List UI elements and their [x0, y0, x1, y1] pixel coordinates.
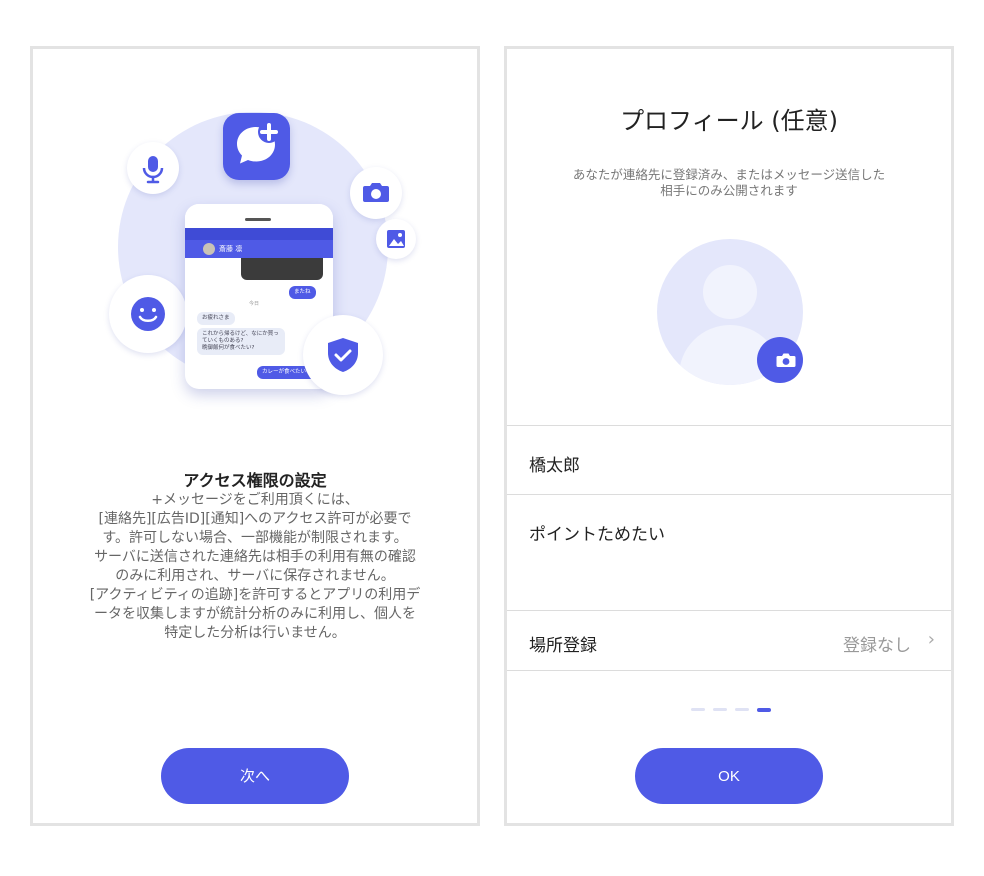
chat-avatar: [203, 243, 215, 255]
camera-icon: [350, 167, 402, 219]
shield-check-icon: [303, 315, 383, 395]
name-field[interactable]: 橋太郎: [529, 451, 580, 476]
chat-bubble: またね: [289, 286, 316, 299]
camera-icon: [776, 353, 796, 367]
location-registration-row[interactable]: 場所登録 登録なし ›: [507, 611, 951, 671]
ok-button[interactable]: OK: [635, 748, 823, 804]
chat-bubble: お疲れさま: [197, 312, 235, 325]
profile-screen: プロフィール (任意) あなたが連絡先に登録済み、またはメッセージ送信した 相手…: [504, 46, 954, 826]
change-photo-button[interactable]: [757, 337, 803, 383]
chevron-right-icon: ›: [927, 629, 935, 650]
smiley-icon: [109, 275, 187, 353]
divider: [507, 494, 951, 495]
next-button[interactable]: 次へ: [161, 748, 349, 804]
chat-image-message: [241, 258, 323, 280]
permission-title: アクセス権限の設定: [183, 471, 327, 490]
page-dot: [735, 708, 749, 711]
chat-day-label: 今日: [249, 301, 260, 307]
page-dot: [713, 708, 727, 711]
divider: [507, 670, 951, 671]
permission-description: +メッセージをご利用頂くには、 [連絡先][広告ID][通知]へのアクセス許可が…: [89, 492, 421, 641]
plus-message-app-icon: [223, 113, 290, 180]
profile-subtitle: あなたが連絡先に登録済み、またはメッセージ送信した 相手にのみ公開されます: [572, 167, 886, 198]
page-dot: [691, 708, 705, 711]
divider: [507, 425, 951, 426]
permission-illustration: 斎藤 凛 またね 今日 お疲れさま これから帰るけど、なにか買っていくものある?…: [33, 49, 477, 469]
location-label: 場所登録: [529, 636, 597, 656]
microphone-icon: [127, 142, 179, 194]
page-indicator: [691, 708, 771, 712]
profile-title: プロフィール (任意): [620, 107, 838, 135]
page-dot-active: [757, 708, 771, 712]
status-message-field[interactable]: ポイントためたい: [529, 520, 665, 545]
chat-bubble: これから帰るけど、なにか買っていくものある? 晩御飯何が食べたい?: [197, 328, 285, 355]
location-value: 登録なし: [843, 636, 911, 656]
image-icon: [376, 219, 416, 259]
permission-screen: 斎藤 凛 またね 今日 お疲れさま これから帰るけど、なにか買っていくものある?…: [30, 46, 480, 826]
